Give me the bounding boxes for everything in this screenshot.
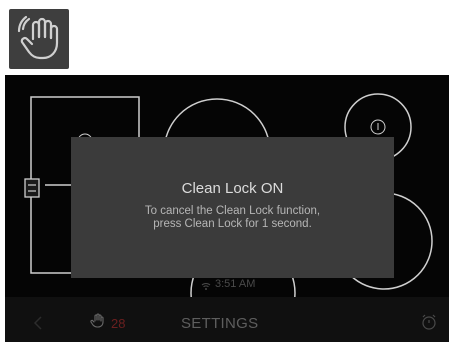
cooktop-display: 3:51 AM 28 SETTINGS Clean Lock ON To can… [5, 75, 449, 342]
popup-title: Clean Lock ON [181, 180, 284, 197]
popup-message-line-1: To cancel the Clean Lock function, [144, 205, 321, 217]
bridge-button [24, 178, 40, 198]
clean-lock-popup: Clean Lock ON To cancel the Clean Lock f… [71, 137, 394, 278]
timer-icon[interactable] [420, 313, 438, 331]
chevron-left-icon[interactable] [32, 315, 44, 331]
clean-lock-icon-button[interactable] [9, 9, 69, 69]
clean-lock-hand-icon[interactable] [89, 312, 107, 330]
popup-message-line-2: press Clean Lock for 1 second. [153, 218, 312, 230]
wifi-icon [201, 283, 211, 290]
clean-lock-count: 28 [111, 316, 126, 331]
clean-lock-hand-icon [17, 15, 59, 60]
settings-button[interactable]: SETTINGS [181, 315, 258, 332]
clock-time: 3:51 AM [215, 278, 256, 290]
